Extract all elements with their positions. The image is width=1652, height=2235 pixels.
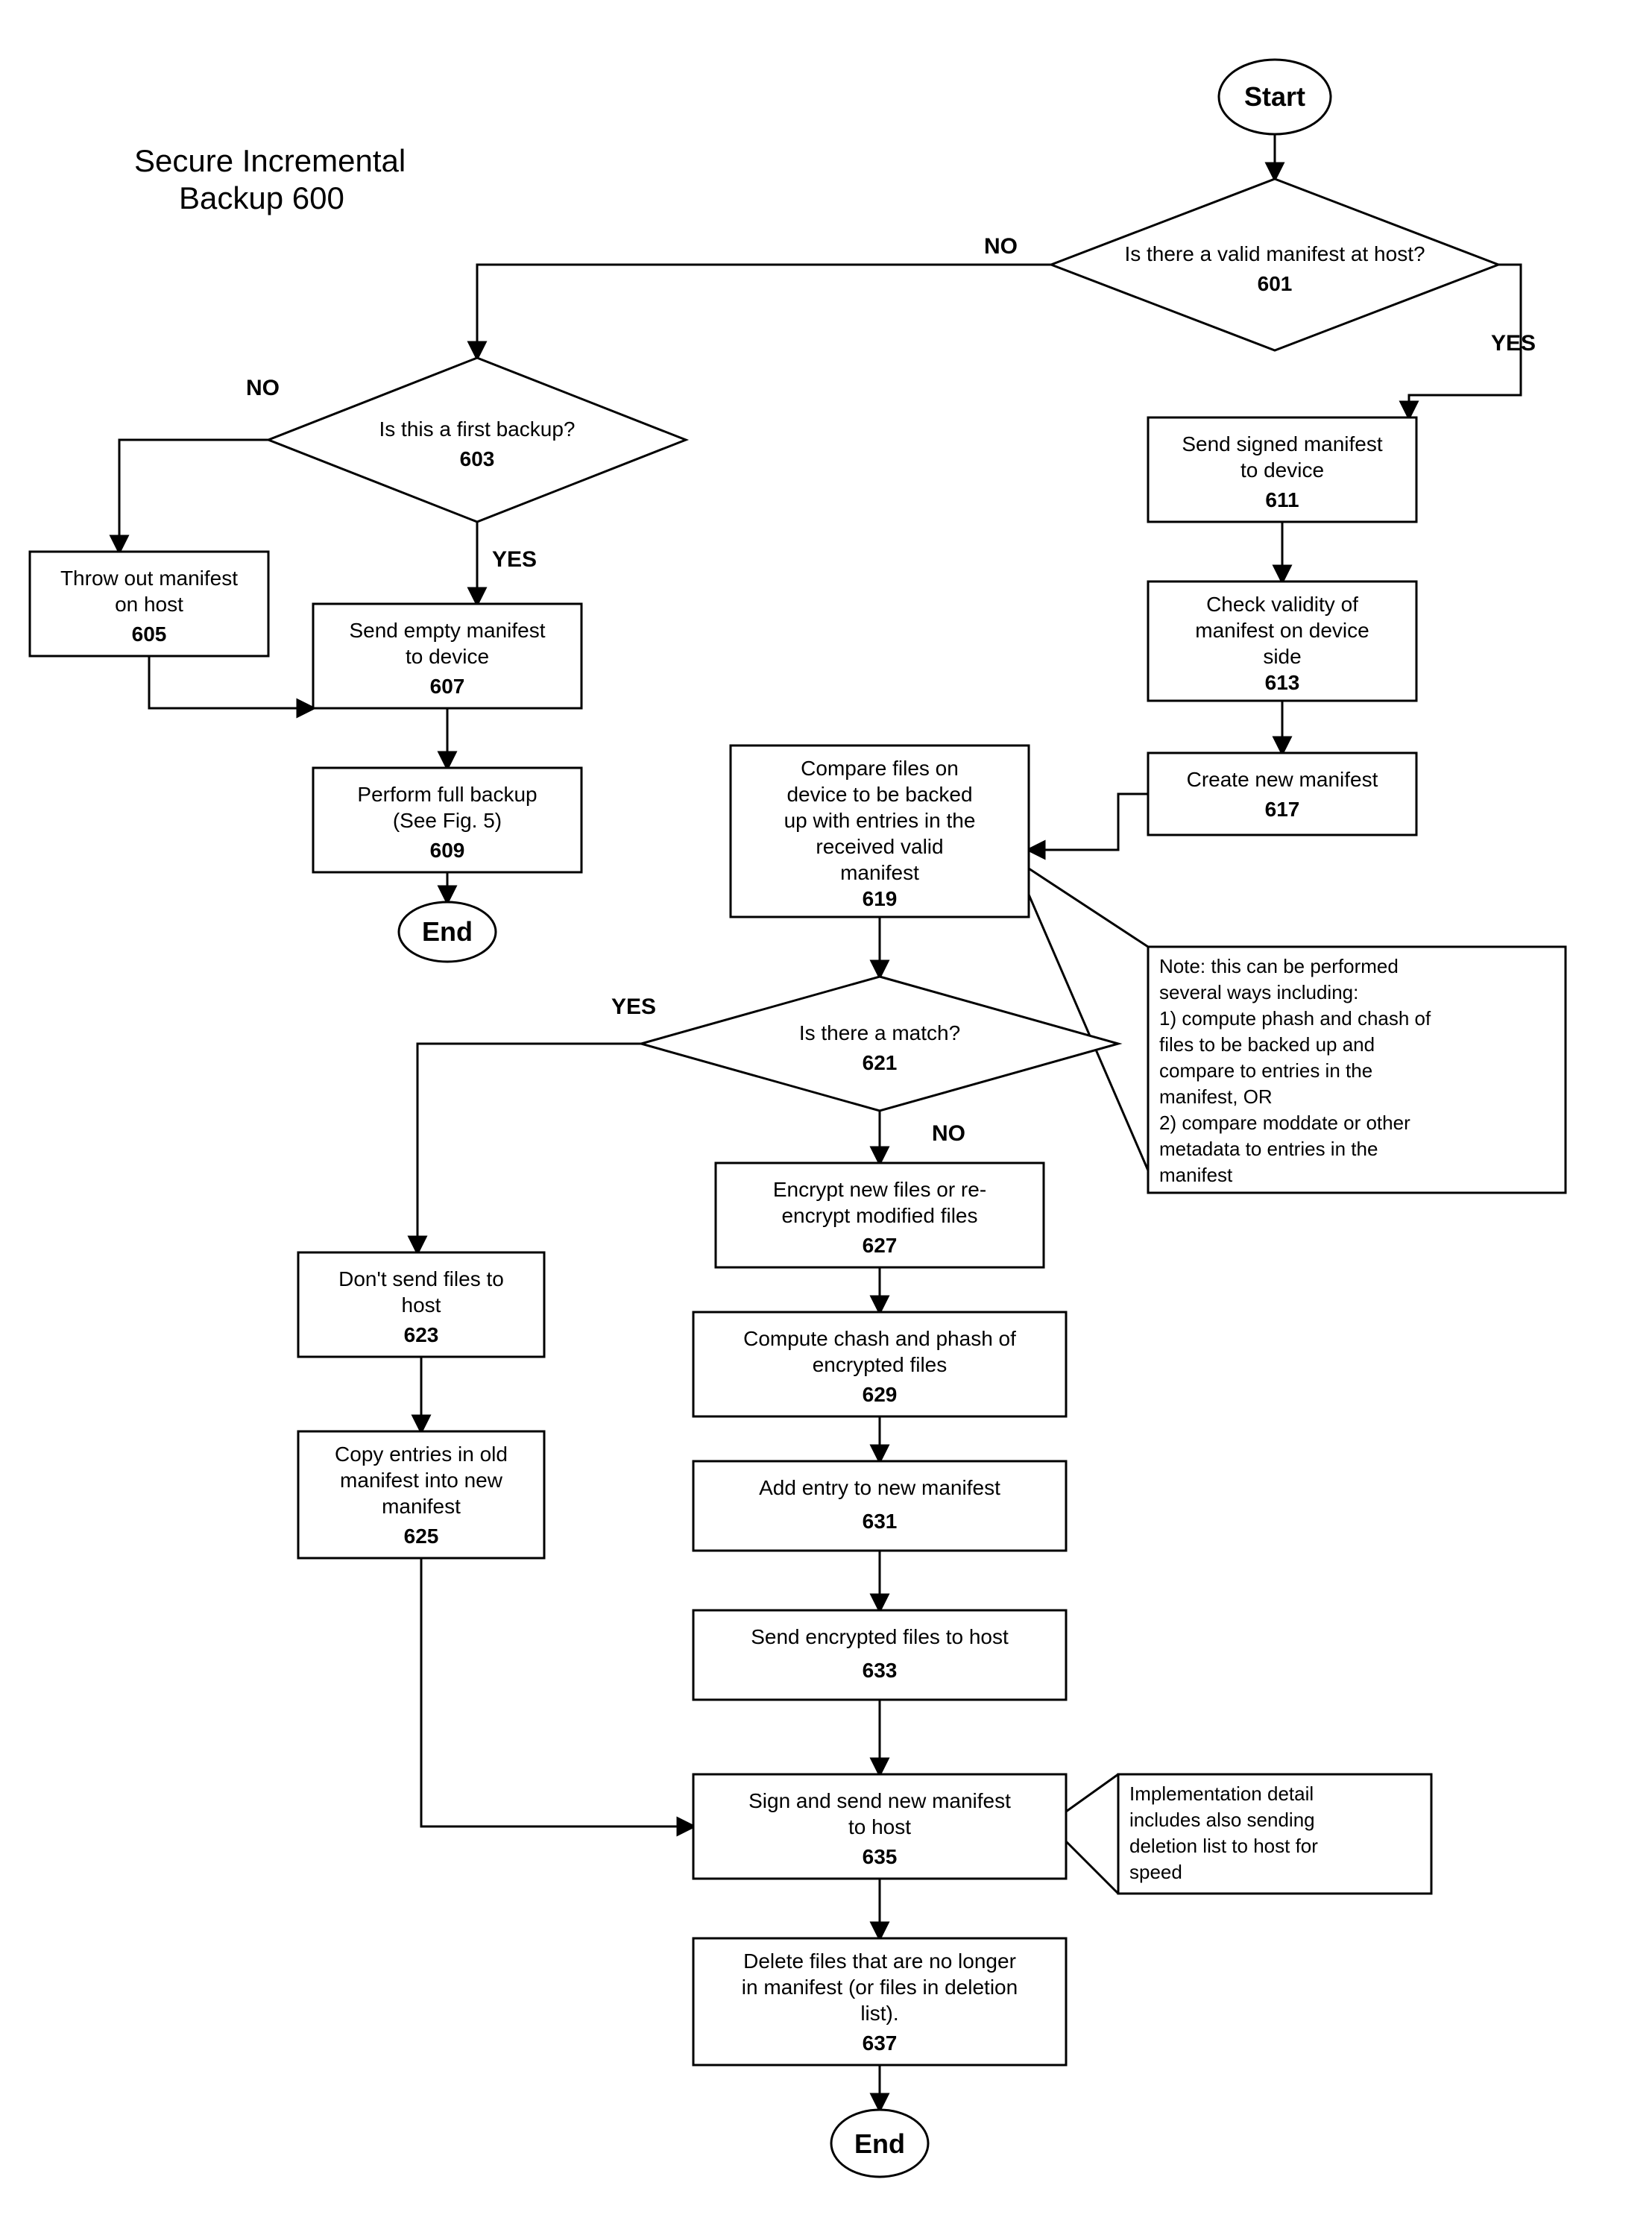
- process-607-l2: to device: [406, 645, 489, 668]
- process-619-l5: manifest: [840, 861, 919, 884]
- process-617-l1: Create new manifest: [1187, 768, 1378, 791]
- process-611-l1: Send signed manifest: [1182, 432, 1383, 455]
- flowchart-secure-incremental-backup: Secure Incremental Backup 600 Start Is t…: [0, 0, 1652, 2235]
- decision-601-num: 601: [1258, 272, 1293, 295]
- process-625-l1: Copy entries in old: [335, 1443, 508, 1466]
- process-637-l3: list).: [860, 2002, 898, 2025]
- note-619-l6: manifest, OR: [1159, 1085, 1273, 1108]
- process-625-l2: manifest into new: [340, 1469, 503, 1492]
- end-label-1: End: [422, 916, 473, 947]
- note-635-l1: Implementation detail: [1129, 1782, 1314, 1805]
- process-637-l2: in manifest (or files in deletion: [742, 1976, 1018, 1999]
- decision-603-num: 603: [460, 447, 495, 470]
- process-637-num: 637: [863, 2031, 898, 2055]
- yes-603: YES: [492, 547, 537, 572]
- process-611-l2: to device: [1240, 458, 1324, 482]
- process-611-num: 611: [1265, 488, 1299, 511]
- process-619-num: 619: [863, 887, 898, 910]
- process-619-l4: received valid: [816, 835, 943, 858]
- process-635-l1: Sign and send new manifest: [748, 1789, 1011, 1812]
- process-613-l1: Check validity of: [1206, 593, 1358, 616]
- process-619-l2: device to be backed: [786, 783, 972, 806]
- process-631: [693, 1461, 1066, 1551]
- yes-601: YES: [1491, 331, 1536, 356]
- no-621: NO: [932, 1121, 965, 1146]
- note-619-l9: manifest: [1159, 1164, 1233, 1186]
- process-609-l1: Perform full backup: [357, 783, 537, 806]
- process-623-l1: Don't send files to: [338, 1267, 504, 1290]
- process-625-l3: manifest: [382, 1495, 461, 1518]
- process-633-l1: Send encrypted files to host: [751, 1625, 1009, 1648]
- note-619-l8: metadata to entries in the: [1159, 1138, 1378, 1160]
- decision-603-text: Is this a first backup?: [379, 417, 575, 441]
- yes-621: YES: [611, 994, 656, 1019]
- process-629-l1: Compute chash and phash of: [743, 1327, 1016, 1350]
- process-609-l2: (See Fig. 5): [393, 809, 502, 832]
- decision-621-text: Is there a match?: [799, 1021, 960, 1044]
- diagram-title-l2: Backup 600: [179, 180, 344, 215]
- no-601: NO: [984, 234, 1018, 259]
- note-619-l4: files to be backed up and: [1159, 1033, 1375, 1056]
- decision-621-num: 621: [863, 1051, 898, 1074]
- process-613-num: 613: [1265, 671, 1300, 694]
- process-609-num: 609: [430, 839, 465, 862]
- process-605-l2: on host: [115, 593, 183, 616]
- decision-601-text: Is there a valid manifest at host?: [1124, 242, 1425, 265]
- process-625-num: 625: [404, 1525, 439, 1548]
- end-label-2: End: [854, 2128, 905, 2159]
- note-619-l7: 2) compare moddate or other: [1159, 1112, 1410, 1134]
- process-627-num: 627: [863, 1234, 898, 1257]
- process-633: [693, 1610, 1066, 1700]
- process-635-num: 635: [863, 1845, 898, 1868]
- process-605-num: 605: [132, 622, 167, 646]
- process-605-l1: Throw out manifest: [60, 567, 238, 590]
- process-619-l3: up with entries in the: [784, 809, 976, 832]
- process-613-l2: manifest on device: [1195, 619, 1369, 642]
- no-603: NO: [246, 376, 280, 400]
- process-633-num: 633: [863, 1659, 898, 1682]
- process-631-l1: Add entry to new manifest: [759, 1476, 1000, 1499]
- process-613-l3: side: [1263, 645, 1301, 668]
- note-635-l2: includes also sending: [1129, 1809, 1315, 1831]
- process-617-num: 617: [1265, 798, 1300, 821]
- process-627-l1: Encrypt new files or re-: [773, 1178, 986, 1201]
- process-607-l1: Send empty manifest: [349, 619, 545, 642]
- process-623-num: 623: [404, 1323, 439, 1346]
- note-619-l3: 1) compute phash and chash of: [1159, 1007, 1431, 1030]
- note-619-l2: several ways including:: [1159, 981, 1358, 1003]
- process-607-num: 607: [430, 675, 465, 698]
- start-label: Start: [1244, 81, 1305, 112]
- process-631-num: 631: [863, 1510, 898, 1533]
- process-629-l2: encrypted files: [813, 1353, 948, 1376]
- process-637-l1: Delete files that are no longer: [743, 1949, 1016, 1973]
- note-619-l5: compare to entries in the: [1159, 1059, 1372, 1082]
- diagram-title-l1: Secure Incremental: [134, 143, 406, 178]
- process-623-l2: host: [402, 1293, 441, 1317]
- process-619-l1: Compare files on: [801, 757, 959, 780]
- process-627-l2: encrypt modified files: [781, 1204, 977, 1227]
- note-619-l1: Note: this can be performed: [1159, 955, 1399, 977]
- process-635-l2: to host: [848, 1815, 911, 1838]
- note-635-l4: speed: [1129, 1861, 1182, 1883]
- note-635-l3: deletion list to host for: [1129, 1835, 1318, 1857]
- process-629-num: 629: [863, 1383, 898, 1406]
- process-617: [1148, 753, 1416, 835]
